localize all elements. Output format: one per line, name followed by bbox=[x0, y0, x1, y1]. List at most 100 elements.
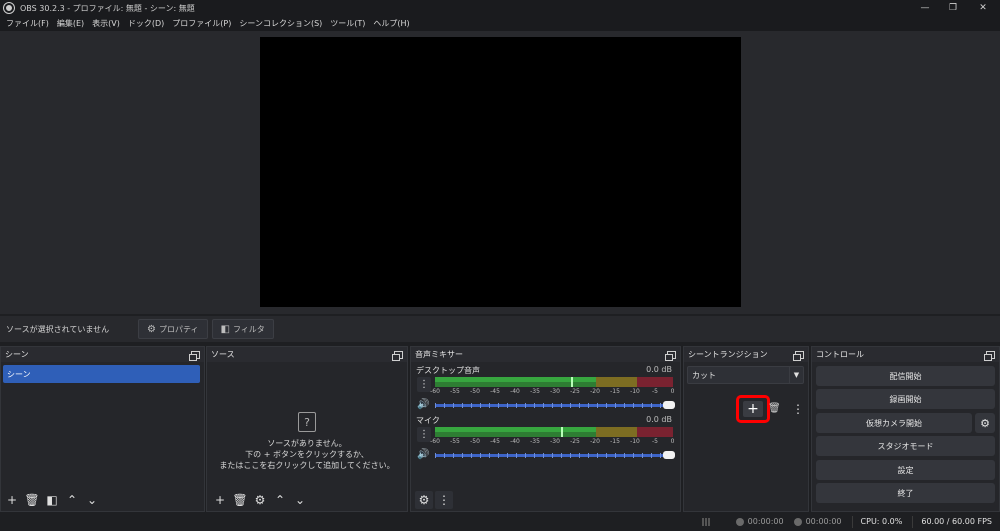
move-scene-up-button[interactable]: ⌃ bbox=[63, 491, 81, 509]
context-bar: ソースが選択されていません ⚙ プロパティ ◧ フィルタ bbox=[0, 316, 1000, 342]
scenes-dock-title: シーン bbox=[5, 350, 29, 359]
scenes-toolbar: + 🗑 ◧ ⌃ ⌄ bbox=[1, 489, 204, 511]
start-recording-button[interactable]: 録画開始 bbox=[816, 389, 995, 409]
transition-selected: カット bbox=[692, 370, 716, 380]
exit-button[interactable]: 終了 bbox=[816, 483, 995, 503]
undock-icon[interactable] bbox=[189, 350, 200, 361]
chevron-down-icon: ▼ bbox=[789, 367, 803, 383]
move-source-down-button[interactable]: ⌄ bbox=[291, 491, 309, 509]
undock-icon[interactable] bbox=[984, 350, 995, 361]
cpu-usage: CPU: 0.0% bbox=[860, 517, 903, 526]
add-scene-button[interactable]: + bbox=[3, 491, 21, 509]
menu-profile[interactable]: プロファイル(P) bbox=[168, 18, 235, 29]
remove-source-button[interactable]: 🗑 bbox=[231, 491, 249, 509]
controls-title: コントロール bbox=[816, 350, 864, 359]
scene-transitions-title: シーントランジション bbox=[688, 350, 768, 359]
sources-empty-message: ? ソースがありません。 下の + ボタンをクリックするか、 またはここを右クリ… bbox=[207, 412, 407, 471]
move-scene-down-button[interactable]: ⌄ bbox=[83, 491, 101, 509]
scenes-dock-header: シーン bbox=[1, 347, 204, 362]
no-source-label: ソースが選択されていません bbox=[6, 324, 110, 334]
scenes-list: シーン + 🗑 ◧ ⌃ ⌄ bbox=[1, 362, 204, 511]
start-streaming-button[interactable]: 配信開始 bbox=[816, 366, 995, 386]
question-mark-icon: ? bbox=[298, 412, 316, 432]
mixer-menu-button[interactable]: ⋮ bbox=[435, 491, 453, 509]
audio-mixer-body: デスクトップ音声 0.0 dB ⋮ -60 -55 -50 -45 -40 -35 -30-… bbox=[411, 362, 680, 511]
signal-icon bbox=[701, 517, 712, 526]
record-status-icon bbox=[793, 517, 802, 526]
undock-icon[interactable] bbox=[665, 350, 676, 361]
volume-slider-handle[interactable] bbox=[663, 401, 675, 409]
remove-transition-button[interactable]: 🗑 bbox=[768, 403, 781, 414]
restore-button[interactable]: ❐ bbox=[938, 0, 968, 16]
preview-area bbox=[0, 31, 1000, 314]
undock-icon[interactable] bbox=[793, 350, 804, 361]
menu-edit[interactable]: 編集(E) bbox=[53, 18, 88, 29]
menu-help[interactable]: ヘルプ(H) bbox=[369, 18, 413, 29]
empty-line-3: またはここを右クリックして追加してください。 bbox=[219, 461, 395, 470]
menu-tools[interactable]: ツール(T) bbox=[326, 18, 369, 29]
scene-filters-button[interactable]: ◧ bbox=[43, 491, 61, 509]
scenes-dock: シーン シーン + 🗑 ◧ ⌃ ⌄ bbox=[0, 346, 205, 512]
audio-mixer-header: 音声ミキサー bbox=[411, 347, 680, 362]
menu-bar: ファイル(F) 編集(E) 表示(V) ドック(D) プロファイル(P) シーン… bbox=[0, 16, 1000, 31]
move-source-up-button[interactable]: ⌃ bbox=[271, 491, 289, 509]
scene-transitions-header: シーントランジション bbox=[684, 347, 808, 362]
empty-line-1: ソースがありません。 bbox=[267, 439, 347, 448]
menu-view[interactable]: 表示(V) bbox=[88, 18, 124, 29]
sources-dock-title: ソース bbox=[211, 350, 235, 359]
title-bar: OBS 30.2.3 - プロファイル: 無題 - シーン: 無題 — ❐ ✕ bbox=[0, 0, 1000, 16]
peak-indicator bbox=[561, 427, 563, 437]
controls-dock: コントロール 配信開始 録画開始 仮想カメラ開始 ⚙ スタジオモード 設定 終了 bbox=[811, 346, 1000, 512]
add-transition-highlight: + bbox=[736, 395, 770, 423]
gear-icon: ⚙ bbox=[147, 323, 156, 335]
menu-file[interactable]: ファイル(F) bbox=[2, 18, 53, 29]
sources-list[interactable]: ? ソースがありません。 下の + ボタンをクリックするか、 またはここを右クリ… bbox=[207, 362, 407, 511]
remove-scene-button[interactable]: 🗑 bbox=[23, 491, 41, 509]
volume-meter bbox=[435, 427, 673, 437]
channel-menu-button[interactable]: ⋮ bbox=[417, 427, 431, 442]
add-transition-button[interactable]: + bbox=[743, 401, 763, 417]
status-bar: 00:00:00 00:00:00 CPU: 0.0% 60.00 / 60.0… bbox=[0, 512, 1000, 531]
record-time: 00:00:00 bbox=[805, 517, 842, 526]
advanced-audio-button[interactable]: ⚙ bbox=[415, 491, 433, 509]
studio-mode-button[interactable]: スタジオモード bbox=[816, 436, 995, 456]
preview-canvas[interactable] bbox=[260, 37, 741, 307]
filters-button[interactable]: ◧ フィルタ bbox=[211, 319, 274, 339]
channel-menu-button[interactable]: ⋮ bbox=[417, 377, 431, 392]
virtual-camera-settings-button[interactable]: ⚙ bbox=[975, 413, 995, 433]
sources-toolbar: + 🗑 ⚙ ⌃ ⌄ bbox=[207, 489, 407, 511]
fps-readout: 60.00 / 60.00 FPS bbox=[921, 517, 992, 526]
transition-select[interactable]: カット ▼ bbox=[687, 366, 804, 384]
channel-db: 0.0 dB bbox=[646, 415, 672, 424]
volume-slider-handle[interactable] bbox=[663, 451, 675, 459]
audio-mixer-dock: 音声ミキサー デスクトップ音声 0.0 dB ⋮ -60 -55 -50 -45 -40… bbox=[410, 346, 681, 512]
mixer-channel-desktop: デスクトップ音声 0.0 dB ⋮ -60 -55 -50 -45 -40 -35 -30-… bbox=[413, 365, 676, 415]
channel-name: マイク bbox=[416, 416, 440, 425]
scene-item[interactable]: シーン bbox=[3, 365, 200, 383]
channel-db: 0.0 dB bbox=[646, 365, 672, 374]
settings-button[interactable]: 設定 bbox=[816, 460, 995, 480]
meter-ticks: -60 -55 -50 -45 -40 -35 -30 -25 -20 -15 -10 -5 0 bbox=[430, 438, 675, 445]
menu-docks[interactable]: ドック(D) bbox=[124, 18, 168, 29]
add-source-button[interactable]: + bbox=[211, 491, 229, 509]
volume-meter bbox=[435, 377, 673, 387]
scene-transitions-dock: シーントランジション カット ▼ + 🗑 ⋮ bbox=[683, 346, 809, 512]
properties-label: プロパティ bbox=[158, 324, 199, 334]
transition-properties-button[interactable]: ⋮ bbox=[792, 402, 804, 416]
mixer-channel-mic: マイク 0.0 dB ⋮ -60 -55 -50 -45 -40 -35 -30 -25 -20… bbox=[413, 415, 676, 465]
meter-ticks: -60 -55 -50 -45 -40 -35 -30 -25 -20 -15 -10 -5 0 bbox=[430, 388, 675, 395]
audio-mixer-title: 音声ミキサー bbox=[415, 350, 463, 359]
controls-body: 配信開始 録画開始 仮想カメラ開始 ⚙ スタジオモード 設定 終了 bbox=[812, 362, 999, 511]
undock-icon[interactable] bbox=[392, 350, 403, 361]
close-button[interactable]: ✕ bbox=[968, 0, 998, 16]
minimize-button[interactable]: — bbox=[910, 0, 940, 16]
speaker-icon[interactable]: 🔊 bbox=[417, 399, 429, 410]
controls-header: コントロール bbox=[812, 347, 999, 362]
start-virtual-camera-button[interactable]: 仮想カメラ開始 bbox=[816, 413, 972, 433]
menu-scene-collection[interactable]: シーンコレクション(S) bbox=[235, 18, 326, 29]
gear-icon: ⚙ bbox=[980, 416, 990, 430]
properties-button[interactable]: ⚙ プロパティ bbox=[138, 319, 208, 339]
speaker-icon[interactable]: 🔊 bbox=[417, 449, 429, 460]
filter-icon: ◧ bbox=[220, 323, 230, 335]
source-properties-button[interactable]: ⚙ bbox=[251, 491, 269, 509]
